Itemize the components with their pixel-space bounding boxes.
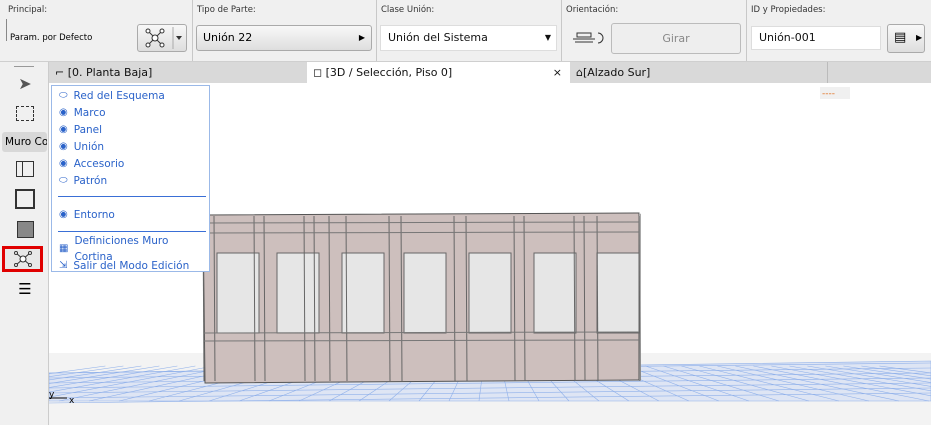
tipo-parte-value: Unión 22: [203, 31, 253, 44]
divider: [58, 231, 206, 232]
marquee-tool[interactable]: [12, 102, 38, 124]
tab-label: [Alzado Sur]: [582, 66, 651, 79]
tipo-parte-label: Tipo de Parte:: [197, 5, 256, 15]
axis-y-label: y: [49, 390, 55, 400]
junction-icon: [145, 27, 182, 49]
tipo-parte-button[interactable]: Unión 22 ▶: [196, 25, 372, 51]
junction-icon: [13, 251, 32, 267]
junction-tool[interactable]: [2, 246, 43, 272]
floor-plan-icon: ⌐: [55, 66, 65, 79]
info-box: Principal: Param. por Defecto Tipo de Pa…: [0, 0, 931, 62]
eye-closed-icon: ⬭: [59, 90, 68, 101]
menu-item[interactable]: ◉ Entorno: [59, 207, 115, 223]
menu-item[interactable]: ◉ Accesorio: [59, 156, 124, 172]
menu-item-label: Red del Esquema: [73, 90, 165, 102]
principal-label: Principal:: [8, 5, 48, 15]
id-input[interactable]: Unión-001: [751, 26, 881, 50]
menu-item-label: Accesorio: [73, 158, 125, 170]
menu-item[interactable]: ◉ Panel: [59, 122, 102, 138]
menu-item-label: Patrón: [73, 175, 108, 187]
divider: [14, 66, 34, 67]
axis-x-label: x: [69, 396, 75, 406]
clase-union-value: Unión del Sistema: [388, 31, 488, 44]
eye-closed-icon: ⬭: [59, 175, 68, 186]
frame-tool[interactable]: [12, 188, 38, 210]
divider: [58, 196, 206, 197]
curtain-wall-group-label: Muro Co: [2, 132, 47, 152]
tab-label: [0. Planta Baja]: [67, 66, 153, 79]
arrow-right-icon: ▶: [358, 33, 365, 42]
curtain-wall: [202, 212, 641, 384]
curtain-wall-edit-menu: ⬭ Red del Esquema ◉ Marco ◉ Panel ◉ Unión ◉ Acces…: [51, 85, 210, 272]
divider: [6, 19, 7, 41]
clase-union-label: Clase Unión:: [381, 5, 435, 15]
menu-item[interactable]: ◉ Marco: [59, 105, 106, 121]
girar-button[interactable]: Girar: [611, 23, 741, 54]
scheme-tool[interactable]: [12, 158, 38, 180]
menu-item-label: Unión: [73, 141, 105, 153]
menu-item[interactable]: ⬭ Patrón: [59, 173, 107, 189]
menu-item-label: Marco: [73, 107, 106, 119]
menu-item[interactable]: ⬭ Red del Esquema: [59, 88, 165, 104]
menu-item-label: Entorno: [73, 209, 115, 221]
accessory-tool[interactable]: ☰: [12, 278, 38, 300]
panel-tool[interactable]: [12, 218, 38, 240]
menu-item-label: Panel: [73, 124, 103, 136]
scheme-icon: [16, 161, 34, 177]
menu-item[interactable]: ◉ Unión: [59, 139, 104, 155]
tab-planta-baja[interactable]: ⌐ [0. Planta Baja]: [49, 62, 307, 83]
tab-bar: ⌐ [0. Planta Baja] ◻ [3D / Selección, Pi…: [49, 62, 931, 83]
exit-icon: ⇲: [59, 260, 68, 271]
3d-view-icon: ◻: [313, 66, 323, 79]
eye-icon: ◉: [59, 209, 68, 220]
tab-label: [3D / Selección, Piso 0]: [325, 66, 453, 79]
favorites-button[interactable]: [137, 24, 187, 52]
clase-union-select[interactable]: Unión del Sistema ▼: [380, 25, 557, 51]
orientation-icon: [571, 29, 605, 47]
pointer-icon: ➤: [18, 73, 32, 93]
close-tab-button[interactable]: ×: [553, 62, 562, 83]
principal-value: Param. por Defecto: [10, 33, 93, 43]
eye-icon: ◉: [59, 158, 68, 169]
elevation-icon: ⌂: [576, 66, 583, 79]
arrow-tool[interactable]: ➤: [12, 72, 38, 94]
marquee-icon: [16, 105, 34, 121]
toolbox: ➤ Muro Co ☰: [0, 62, 49, 425]
orientacion-label: Orientación:: [566, 5, 619, 15]
menu-item[interactable]: ⇲ Salir del Modo Edición: [59, 258, 189, 274]
menu-item-label: Salir del Modo Edición: [73, 260, 190, 272]
tab-alzado-sur[interactable]: ⌂[Alzado Sur]: [572, 62, 828, 83]
eye-icon: ◉: [59, 107, 68, 118]
eye-icon: ◉: [59, 141, 68, 152]
frame-icon: [15, 189, 35, 209]
menu-item[interactable]: ▦ Definiciones Muro Cortina: [59, 235, 209, 263]
accessory-icon: ☰: [18, 280, 32, 298]
properties-button[interactable]: ▤ ▶: [887, 24, 925, 53]
id-label: ID y Propiedades:: [751, 5, 826, 15]
grid-icon: ▦: [59, 243, 69, 254]
eye-icon: ◉: [59, 124, 68, 135]
chevron-down-icon: ▼: [544, 33, 551, 42]
scale-marker: ----: [822, 89, 835, 99]
arrow-right-icon: ▶: [916, 33, 923, 42]
tab-3d[interactable]: ◻ [3D / Selección, Piso 0] ×: [307, 62, 570, 83]
document-icon: ▤: [894, 30, 907, 45]
panel-icon: [16, 220, 34, 238]
